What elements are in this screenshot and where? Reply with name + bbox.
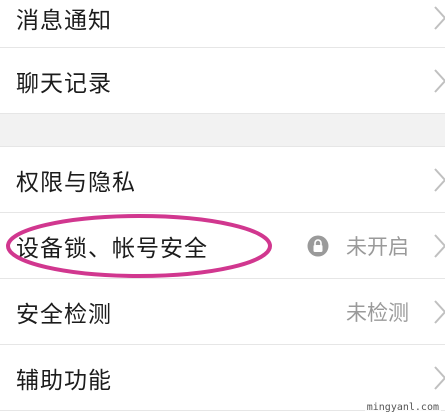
chevron-right-icon	[434, 365, 445, 390]
settings-item-label: 权限与隐私	[16, 169, 136, 196]
settings-item-label: 设备锁、帐号安全	[16, 235, 208, 262]
device-lock-status: 未开启	[346, 234, 409, 259]
chevron-right-icon	[434, 68, 445, 93]
watermark: mingyanl.com	[364, 402, 441, 413]
chevron-right-icon	[434, 299, 445, 324]
chevron-right-icon	[434, 167, 445, 192]
chevron-right-icon	[434, 233, 445, 258]
settings-item-label: 安全检测	[16, 301, 112, 328]
settings-item-label: 消息通知	[16, 8, 112, 34]
settings-list: 消息通知 聊天记录 权限与隐私 设备锁、帐号安全 未开启 安全检测 未检测 辅助…	[0, 0, 445, 411]
settings-item-notifications[interactable]: 消息通知	[0, 0, 445, 48]
chevron-right-icon	[434, 6, 445, 30]
section-divider	[0, 114, 445, 147]
settings-item-device-lock[interactable]: 设备锁、帐号安全 未开启	[0, 213, 445, 279]
settings-item-label: 聊天记录	[16, 70, 112, 97]
security-check-status: 未检测	[346, 300, 409, 325]
settings-item-privacy[interactable]: 权限与隐私	[0, 147, 445, 213]
settings-item-label: 辅助功能	[16, 367, 112, 394]
lock-icon	[307, 235, 329, 256]
settings-item-chat-history[interactable]: 聊天记录	[0, 48, 445, 114]
settings-item-security-check[interactable]: 安全检测 未检测	[0, 279, 445, 345]
